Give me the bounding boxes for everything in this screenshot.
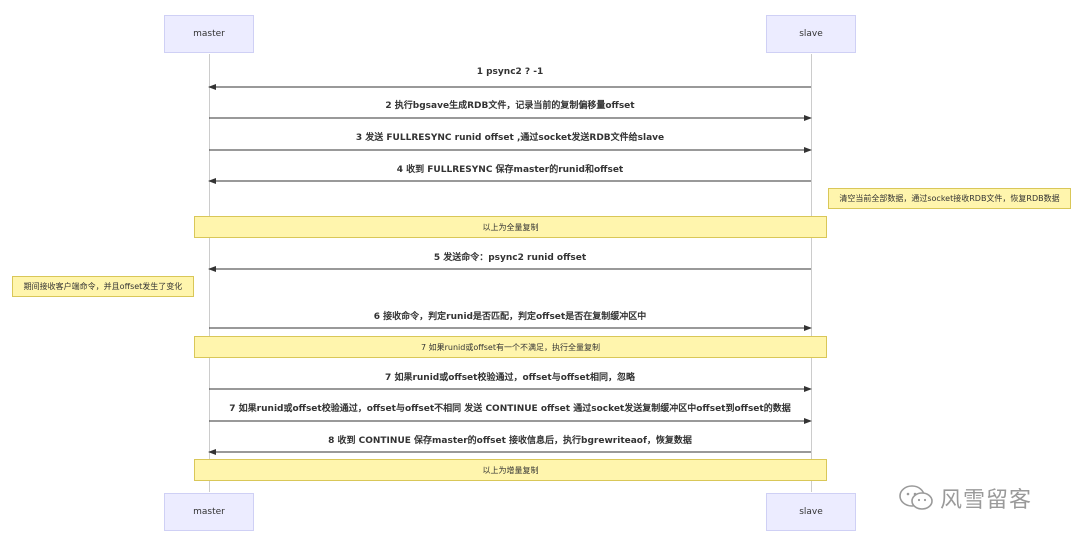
watermark: 风雪留客 (898, 482, 1032, 514)
message-label-6: 6 接收命令，判定runid是否匹配，判定offset是否在复制缓冲区中 (373, 312, 647, 322)
note-master-change: 期间接收客户端命令，并且offset发生了变化 (12, 276, 194, 297)
watermark-text: 风雪留客 (940, 488, 1033, 513)
message-label-7a: 7 如果runid或offset校验通过，offset与offset相同，忽略 (385, 373, 635, 383)
message-label-3: 3 发送 FULLRESYNC runid offset ,通过socket发送… (355, 133, 665, 143)
note-fallback-full: 7 如果runid或offset有一个不满足，执行全量复制 (194, 336, 827, 358)
message-label-7b: 7 如果runid或offset校验通过，offset与offset不相同 发送… (229, 404, 791, 414)
message-label-2: 2 执行bgsave生成RDB文件，记录当前的复制偏移量offset (385, 101, 635, 111)
message-label-1: 1 psync2 ? -1 (476, 67, 544, 77)
message-label-5: 5 发送命令：psync2 runid offset (433, 253, 587, 263)
note-full-copy: 以上为全量复制 (194, 216, 827, 238)
message-label-4: 4 收到 FULLRESYNC 保存master的runid和offset (396, 165, 624, 175)
message-label-8: 8 收到 CONTINUE 保存master的offset 接收信息后，执行bg… (328, 436, 692, 446)
note-incremental: 以上为增量复制 (194, 459, 827, 481)
wechat-icon (899, 485, 933, 510)
note-slave-restore: 清空当前全部数据，通过socket接收RDB文件，恢复RDB数据 (828, 188, 1071, 209)
